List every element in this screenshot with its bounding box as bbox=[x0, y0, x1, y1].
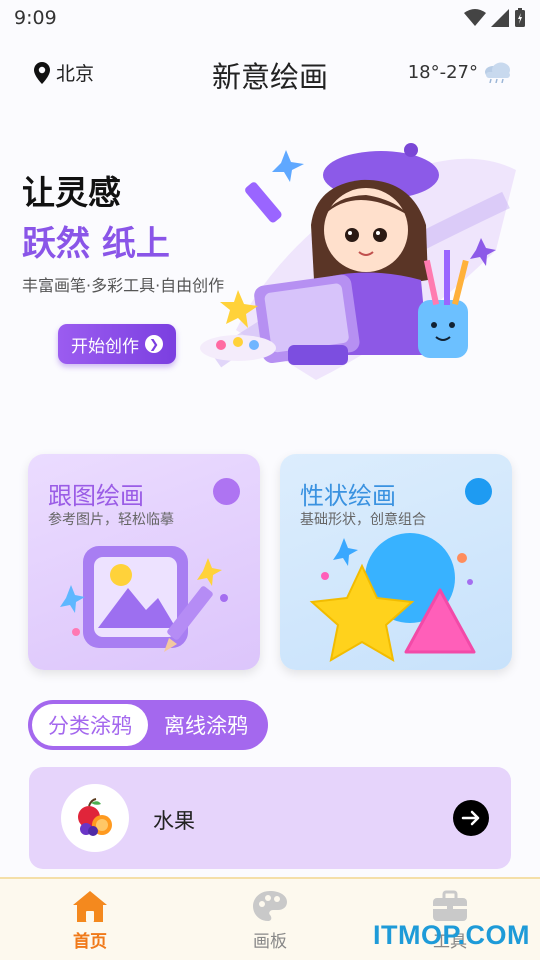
watermark: ITMOP.COM bbox=[372, 920, 530, 950]
shape-drawing-card[interactable]: 性状绘画 基础形状，创意组合 bbox=[280, 454, 512, 670]
trace-drawing-title: 跟图绘画 bbox=[48, 482, 144, 510]
girl-painting-illustration bbox=[200, 143, 516, 380]
doodle-mode-switch: 分类涂鸦 离线涂鸦 bbox=[28, 700, 268, 750]
category-item-fruit[interactable]: 水果 bbox=[29, 767, 511, 869]
tab-offline-doodle[interactable]: 离线涂鸦 bbox=[148, 704, 264, 746]
hero-banner: 让灵感 跃然 纸上 丰富画笔·多彩工具·自由创作 开始创作 ❯ bbox=[0, 130, 540, 400]
palette-icon bbox=[253, 891, 287, 921]
chevron-right-icon: ❯ bbox=[145, 335, 163, 353]
category-label: 水果 bbox=[153, 809, 195, 833]
shapes-icon bbox=[309, 533, 476, 662]
hero-headline-1: 让灵感 bbox=[22, 173, 121, 212]
hero-subtitle: 丰富画笔·多彩工具·自由创作 bbox=[22, 276, 225, 295]
tab-category-doodle[interactable]: 分类涂鸦 bbox=[32, 704, 148, 746]
signal-icon bbox=[491, 9, 509, 27]
start-create-button[interactable]: 开始创作 ❯ bbox=[58, 324, 176, 364]
status-icons bbox=[464, 8, 526, 28]
trace-drawing-subtitle: 参考图片，轻松临摹 bbox=[48, 512, 174, 528]
tab-home-label: 首页 bbox=[73, 932, 107, 952]
card-indicator-dot bbox=[465, 478, 492, 505]
start-create-label: 开始创作 bbox=[71, 336, 139, 357]
category-avatar bbox=[61, 784, 129, 852]
weather-widget: 18°-27° bbox=[408, 61, 512, 83]
hero-headline-2: 跃然 纸上 bbox=[22, 224, 170, 264]
status-time: 9:09 bbox=[14, 7, 57, 29]
home-icon bbox=[73, 891, 107, 922]
fruit-icon bbox=[78, 798, 112, 836]
cloud-icon bbox=[485, 62, 510, 83]
card-indicator-dot bbox=[213, 478, 240, 505]
battery-icon bbox=[515, 8, 525, 27]
toolbox-icon bbox=[433, 890, 467, 921]
shape-drawing-title: 性状绘画 bbox=[300, 482, 396, 510]
wifi-icon bbox=[464, 9, 486, 26]
tab-canvas-label: 画板 bbox=[253, 932, 287, 952]
tab-canvas[interactable]: 画板 bbox=[180, 879, 360, 960]
shape-drawing-subtitle: 基础形状，创意组合 bbox=[300, 512, 426, 528]
status-bar: 9:09 bbox=[0, 0, 540, 36]
image-frame-pencil-icon bbox=[60, 546, 228, 652]
app-header: 北京 新意绘画 18°-27° bbox=[0, 48, 540, 96]
tab-home[interactable]: 首页 bbox=[0, 879, 180, 960]
arrow-right-icon[interactable] bbox=[453, 800, 489, 836]
weather-temp: 18°-27° bbox=[407, 61, 478, 83]
trace-drawing-card[interactable]: 跟图绘画 参考图片，轻松临摹 bbox=[28, 454, 260, 670]
